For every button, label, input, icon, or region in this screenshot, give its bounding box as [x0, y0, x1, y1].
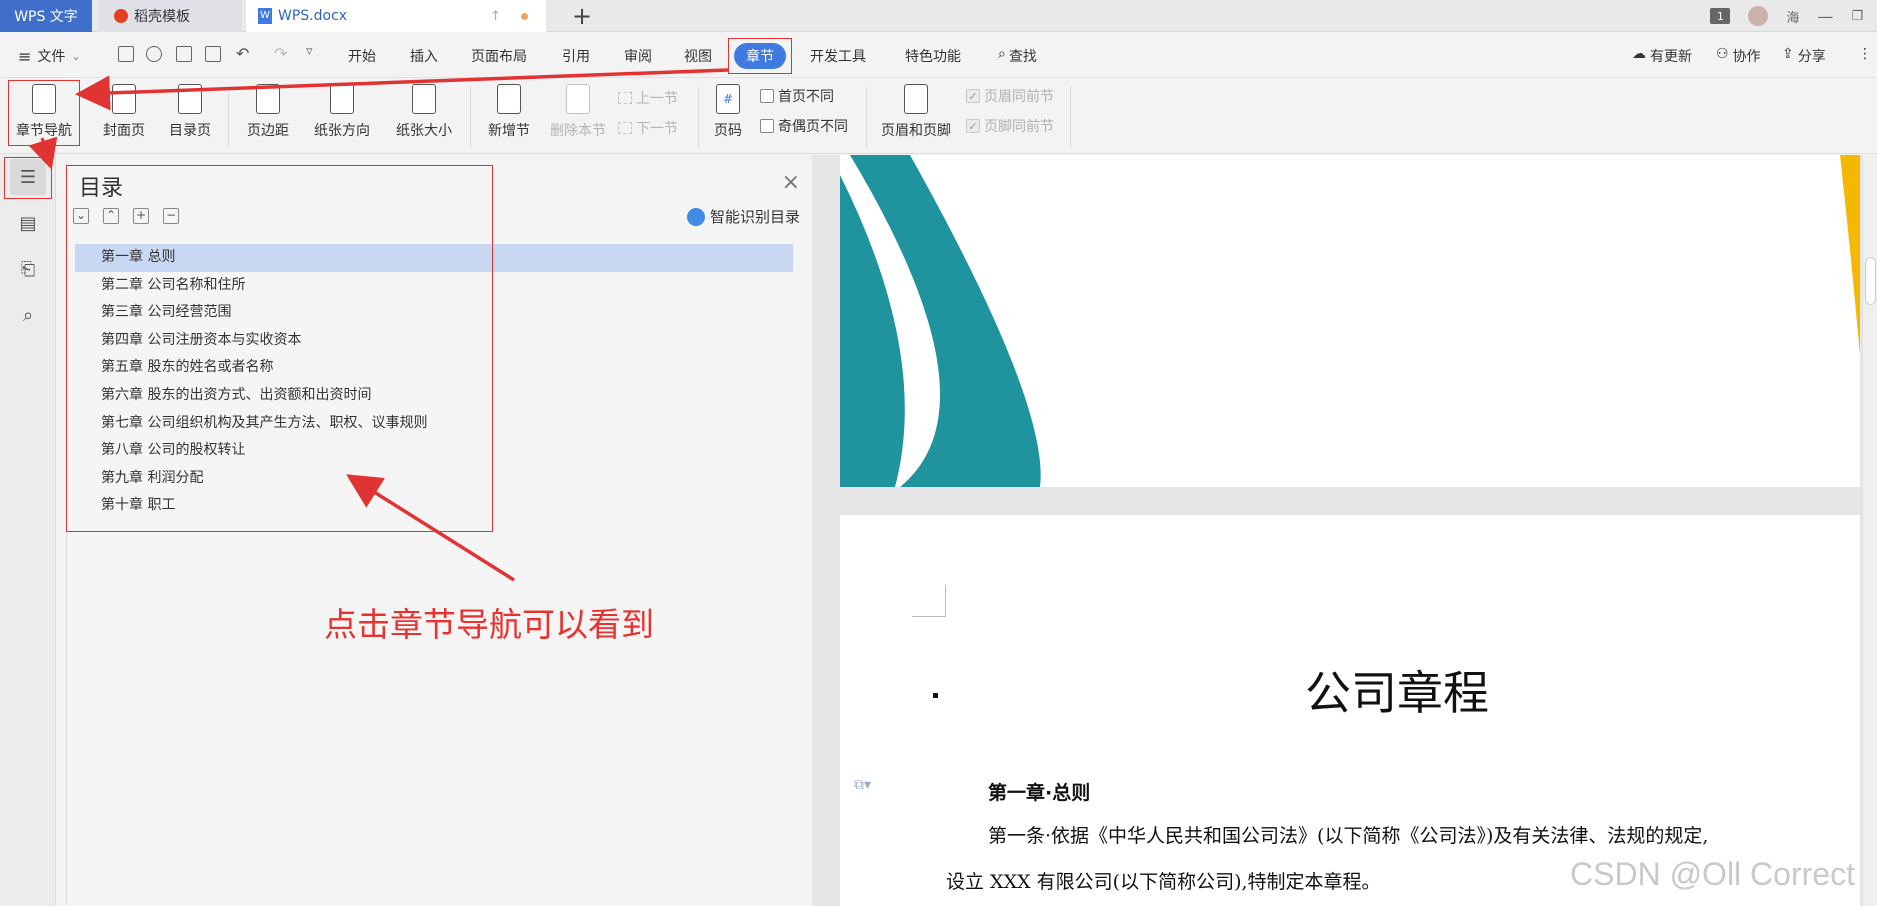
annotation-text: 点击章节导航可以看到 — [324, 605, 654, 644]
annotation-arrows — [28, 68, 729, 582]
watermark: CSDN @Oll Correct — [1570, 856, 1855, 892]
